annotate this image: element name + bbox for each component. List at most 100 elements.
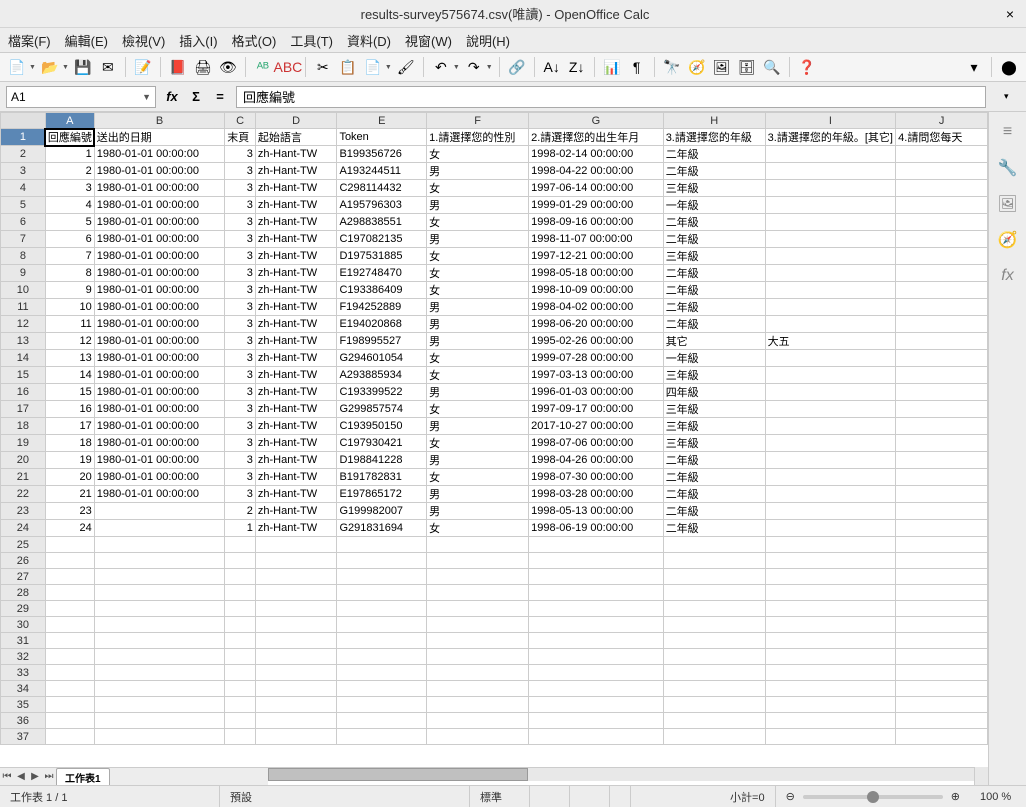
cell[interactable] (45, 537, 94, 553)
cell[interactable]: F198995527 (337, 333, 427, 350)
cell[interactable]: 1996-01-03 00:00:00 (529, 384, 664, 401)
navigator-icon[interactable]: 🧭 (686, 56, 708, 78)
menu-window[interactable]: 視窗(W) (405, 31, 452, 50)
cell[interactable]: 四年級 (663, 384, 765, 401)
cell[interactable]: 二年級 (663, 469, 765, 486)
cell[interactable] (45, 553, 94, 569)
cell[interactable]: 1980-01-01 00:00:00 (94, 265, 225, 282)
row-header[interactable]: 22 (1, 486, 46, 503)
cell[interactable]: 3.請選擇您的年級 (663, 129, 765, 146)
cell[interactable]: 女 (427, 367, 529, 384)
cell[interactable]: B191782831 (337, 469, 427, 486)
row-header[interactable]: 20 (1, 452, 46, 469)
cell[interactable] (896, 569, 988, 585)
cell[interactable] (337, 681, 427, 697)
spreadsheet-grid[interactable]: ABCDEFGHIJ1回應編號送出的日期末頁起始語言Token1.請選擇您的性別… (0, 112, 988, 767)
zoom-out-icon[interactable]: ⊖ (786, 790, 795, 803)
cell[interactable]: Token (337, 129, 427, 146)
row-header[interactable]: 31 (1, 633, 46, 649)
cell[interactable] (765, 665, 896, 681)
function-wizard-icon[interactable]: fx (162, 87, 182, 107)
cell[interactable] (896, 316, 988, 333)
cell[interactable] (896, 520, 988, 537)
preview-icon[interactable]: 👁 (217, 56, 239, 78)
cell[interactable] (255, 729, 337, 745)
cell[interactable]: C193399522 (337, 384, 427, 401)
cell[interactable]: 1980-01-01 00:00:00 (94, 418, 225, 435)
status-selection[interactable] (570, 786, 610, 807)
cell[interactable] (94, 553, 225, 569)
cell[interactable] (45, 585, 94, 601)
cell[interactable] (427, 569, 529, 585)
cell[interactable]: 男 (427, 503, 529, 520)
cell[interactable]: 三年級 (663, 401, 765, 418)
cell[interactable]: 1980-01-01 00:00:00 (94, 180, 225, 197)
cell[interactable] (255, 585, 337, 601)
cell[interactable] (765, 197, 896, 214)
cell[interactable]: 1980-01-01 00:00:00 (94, 384, 225, 401)
cell[interactable]: D197531885 (337, 248, 427, 265)
cell[interactable] (255, 553, 337, 569)
cell[interactable]: 回應編號 (45, 129, 94, 146)
column-header-I[interactable]: I (765, 113, 896, 129)
cell[interactable]: 1980-01-01 00:00:00 (94, 469, 225, 486)
cell[interactable] (765, 503, 896, 520)
cell[interactable] (765, 520, 896, 537)
cell[interactable] (896, 418, 988, 435)
cell[interactable] (255, 697, 337, 713)
cell[interactable] (896, 486, 988, 503)
select-all-corner[interactable] (1, 113, 46, 129)
cell[interactable] (765, 367, 896, 384)
cell[interactable]: 二年級 (663, 231, 765, 248)
row-header[interactable]: 12 (1, 316, 46, 333)
cell[interactable]: 1980-01-01 00:00:00 (94, 282, 225, 299)
cell[interactable] (45, 569, 94, 585)
cell[interactable]: zh-Hant-TW (255, 333, 337, 350)
cell[interactable]: 起始語言 (255, 129, 337, 146)
sheet-tab-1[interactable]: 工作表1 (56, 768, 110, 786)
cell[interactable] (896, 633, 988, 649)
cell[interactable]: 三年級 (663, 418, 765, 435)
cell[interactable]: 女 (427, 146, 529, 163)
column-header-E[interactable]: E (337, 113, 427, 129)
tab-last-icon[interactable]: ⏭ (42, 771, 56, 782)
cell[interactable] (765, 418, 896, 435)
row-header[interactable]: 18 (1, 418, 46, 435)
cell[interactable] (337, 585, 427, 601)
cell[interactable] (896, 299, 988, 316)
cell[interactable]: zh-Hant-TW (255, 469, 337, 486)
cell[interactable]: A195796303 (337, 197, 427, 214)
sidebar-gallery-icon[interactable]: 🖼 (996, 192, 1020, 216)
find-icon[interactable]: 🔭 (661, 56, 683, 78)
cell[interactable] (529, 569, 664, 585)
cell[interactable] (663, 681, 765, 697)
cell[interactable] (94, 681, 225, 697)
cell[interactable] (427, 601, 529, 617)
cell[interactable] (45, 729, 94, 745)
undo-icon[interactable]: ↶ (430, 56, 452, 78)
datasource-icon[interactable]: 🗄 (736, 56, 758, 78)
cell[interactable] (896, 729, 988, 745)
cell[interactable]: 21 (45, 486, 94, 503)
cell[interactable]: 男 (427, 486, 529, 503)
copy-icon[interactable]: 📋 (337, 56, 359, 78)
cell[interactable]: 3 (225, 163, 256, 180)
cell[interactable]: 二年級 (663, 316, 765, 333)
formula-overflow-icon[interactable]: ▾ (1004, 91, 1020, 102)
row-header[interactable]: 5 (1, 197, 46, 214)
cell[interactable]: 1998-10-09 00:00:00 (529, 282, 664, 299)
cell[interactable]: 送出的日期 (94, 129, 225, 146)
cell[interactable] (45, 681, 94, 697)
status-mode[interactable]: 標準 (470, 786, 530, 807)
cell[interactable] (896, 146, 988, 163)
cell[interactable] (896, 384, 988, 401)
row-header[interactable]: 34 (1, 681, 46, 697)
cell[interactable] (529, 681, 664, 697)
cell[interactable] (529, 649, 664, 665)
cell[interactable] (896, 163, 988, 180)
cell[interactable]: 二年級 (663, 486, 765, 503)
cell[interactable] (45, 665, 94, 681)
cell[interactable] (663, 585, 765, 601)
cell[interactable]: 大五 (765, 333, 896, 350)
hyperlink-icon[interactable]: 🔗 (506, 56, 528, 78)
